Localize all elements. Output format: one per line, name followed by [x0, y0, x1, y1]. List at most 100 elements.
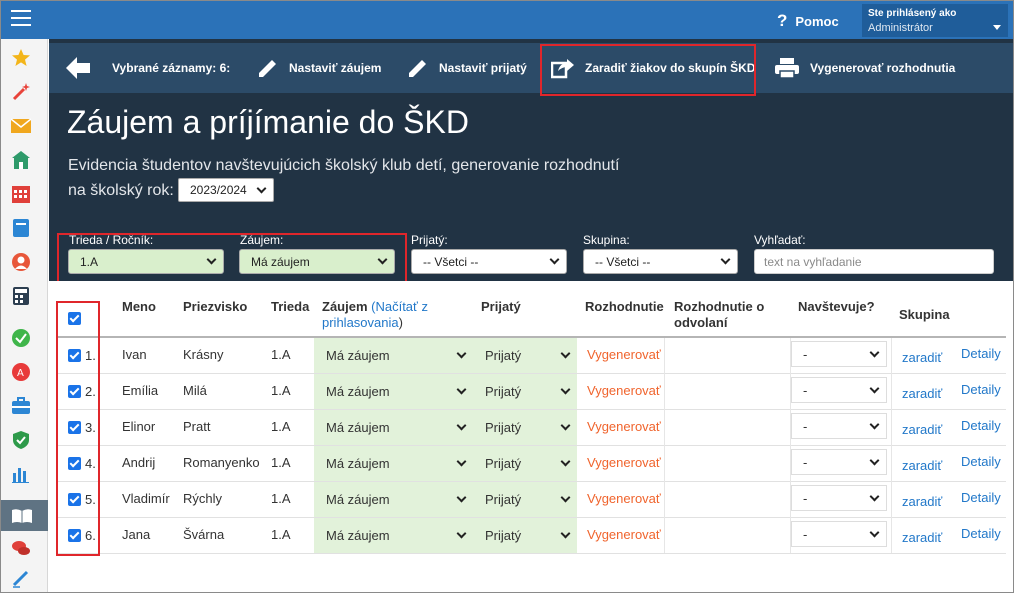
search-label: Vyhľadať:	[754, 233, 806, 247]
attends-select[interactable]: -	[791, 449, 887, 475]
accepted-filter-select[interactable]: -- Všetci --	[411, 249, 567, 274]
accepted-select[interactable]: Prijatý	[485, 528, 573, 543]
chat-icon[interactable]	[10, 537, 32, 559]
detail-link[interactable]: Detaily	[961, 454, 1001, 469]
column-divider	[664, 338, 665, 553]
accepted-select[interactable]: Prijatý	[485, 384, 573, 399]
student-icon[interactable]	[10, 251, 32, 273]
accepted-value: Prijatý	[485, 492, 522, 507]
chevron-down-icon	[456, 528, 467, 539]
assign-group-link[interactable]: zaradiť	[902, 494, 942, 509]
accepted-value: Prijatý	[485, 456, 522, 471]
interest-select[interactable]: Má záujem	[326, 456, 469, 471]
interest-select[interactable]: Má záujem	[326, 528, 469, 543]
detail-link[interactable]: Detaily	[961, 346, 1001, 361]
bar-chart-icon[interactable]	[10, 463, 32, 485]
cell-trieda: 1.A	[271, 491, 291, 506]
accepted-select[interactable]: Prijatý	[485, 348, 573, 363]
generate-decision-link[interactable]: Vygenerovať	[587, 347, 661, 362]
interest-select[interactable]: Má záujem	[326, 492, 469, 507]
user-menu[interactable]: Ste prihlásený ako Administrátor	[862, 4, 1008, 37]
chevron-down-icon	[456, 420, 467, 431]
chevron-down-icon	[560, 420, 571, 431]
chevron-down-icon	[560, 456, 571, 467]
interest-select[interactable]: Má záujem	[326, 384, 469, 399]
assign-group-link[interactable]: zaradiť	[902, 422, 942, 437]
accepted-select[interactable]: Prijatý	[485, 420, 573, 435]
group-filter-label: Skupina:	[583, 233, 630, 247]
detail-link[interactable]: Detaily	[961, 418, 1001, 433]
check-circle-icon[interactable]	[10, 327, 32, 349]
attends-select[interactable]: -	[791, 377, 887, 403]
open-book-icon[interactable]	[11, 505, 33, 527]
detail-link[interactable]: Detaily	[961, 490, 1001, 505]
header-zaujem: Záujem (Načítať z prihlasovania)	[322, 299, 462, 331]
attends-select[interactable]: -	[791, 341, 887, 367]
assign-group-link[interactable]: zaradiť	[902, 530, 942, 545]
group-filter-select[interactable]: -- Všetci --	[583, 249, 738, 274]
interest-value: Má záujem	[326, 420, 390, 435]
briefcase-icon[interactable]	[10, 395, 32, 417]
subtitle-text: Evidencia študentov navštevujúcich škols…	[68, 157, 620, 174]
generate-decision-link[interactable]: Vygenerovať	[587, 527, 661, 542]
pencil-icon	[259, 60, 276, 77]
help-label: Pomoc	[795, 13, 839, 29]
year-select[interactable]: 2023/2024	[178, 178, 274, 202]
grade-icon[interactable]: A	[10, 361, 32, 383]
school-icon[interactable]	[10, 149, 32, 171]
chevron-down-icon	[560, 528, 571, 539]
assign-group-link[interactable]: zaradiť	[902, 350, 942, 365]
detail-link[interactable]: Detaily	[961, 526, 1001, 541]
hamburger-menu-icon[interactable]	[11, 10, 31, 28]
column-divider	[891, 338, 892, 553]
search-placeholder: text na vyhľadanie	[764, 255, 862, 269]
chevron-down-icon	[869, 419, 880, 430]
interest-value: Má záujem	[326, 384, 390, 399]
cell-meno: Elinor	[122, 419, 156, 434]
cell-trieda: 1.A	[271, 527, 291, 542]
accepted-select[interactable]: Prijatý	[485, 492, 573, 507]
set-accepted-button[interactable]: Nastaviť prijatý	[407, 43, 527, 93]
attends-select[interactable]: -	[791, 413, 887, 439]
attends-value: -	[803, 419, 808, 434]
set-interest-button[interactable]: Nastaviť záujem	[257, 43, 381, 93]
highlight-box-toolbar	[540, 44, 756, 96]
header-navstevuje: Navštevuje?	[798, 299, 875, 314]
chevron-down-icon	[869, 527, 880, 538]
envelope-icon[interactable]	[10, 115, 32, 137]
magic-wand-icon[interactable]	[10, 81, 32, 103]
cell-meno: Emília	[122, 383, 159, 398]
chevron-down-icon	[560, 348, 571, 359]
generate-decision-link[interactable]: Vygenerovať	[587, 455, 661, 470]
generate-decision-link[interactable]: Vygenerovať	[587, 491, 661, 506]
search-input[interactable]: text na vyhľadanie	[754, 249, 994, 274]
chevron-down-icon	[560, 384, 571, 395]
action-toolbar: Vybrané záznamy: 6: Nastaviť záujem Nast…	[49, 43, 1013, 93]
chevron-down-icon	[560, 492, 571, 503]
pen-icon[interactable]	[10, 567, 32, 589]
back-button[interactable]	[66, 43, 100, 93]
generate-button[interactable]: Vygenerovať rozhodnutia	[774, 43, 955, 93]
assign-group-link[interactable]: zaradiť	[902, 386, 942, 401]
help-button[interactable]: ? Pomoc	[777, 11, 839, 31]
attends-select[interactable]: -	[791, 485, 887, 511]
load-from-registration-link[interactable]: (Načítať z	[371, 299, 428, 314]
detail-link[interactable]: Detaily	[961, 382, 1001, 397]
calendar-grid-icon[interactable]	[10, 183, 32, 205]
calculator-icon[interactable]	[10, 285, 32, 307]
generate-decision-link[interactable]: Vygenerovať	[587, 383, 661, 398]
shield-check-icon[interactable]	[10, 429, 32, 451]
assign-group-link[interactable]: zaradiť	[902, 458, 942, 473]
accepted-value: Prijatý	[485, 348, 522, 363]
cell-priezvisko: Švárna	[183, 527, 225, 542]
interest-select[interactable]: Má záujem	[326, 348, 469, 363]
generate-decision-link[interactable]: Vygenerovať	[587, 419, 661, 434]
load-from-registration-link-2[interactable]: prihlasovania	[322, 315, 399, 330]
interest-select[interactable]: Má záujem	[326, 420, 469, 435]
attends-select[interactable]: -	[791, 521, 887, 547]
accepted-select[interactable]: Prijatý	[485, 456, 573, 471]
attends-value: -	[803, 527, 808, 542]
star-icon[interactable]	[10, 47, 32, 69]
interest-value: Má záujem	[326, 528, 390, 543]
book-icon[interactable]	[10, 217, 32, 239]
